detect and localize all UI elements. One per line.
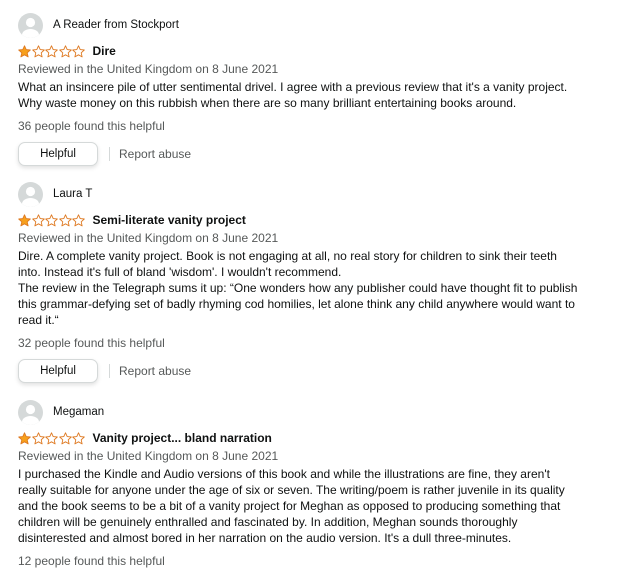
review-paragraph: What an insincere pile of utter sentimen…	[18, 80, 568, 110]
default-profile-icon	[18, 12, 43, 38]
reviewer-name: Megaman	[53, 406, 105, 418]
review-date: Reviewed in the United Kingdom on 8 June…	[18, 62, 279, 76]
reviewer-name: A Reader from Stockport	[53, 19, 179, 31]
reviewer-name: Laura T	[53, 188, 93, 200]
star-empty-icon	[72, 213, 85, 226]
review-body: I purchased the Kindle and Audio version…	[18, 466, 578, 546]
helpful-count: 12 people found this helpful	[18, 554, 165, 568]
star-empty-icon	[58, 213, 72, 226]
review-body: What an insincere pile of utter sentimen…	[18, 79, 578, 111]
star-empty-icon	[31, 213, 45, 226]
review-paragraph: The review in the Telegraph sums it up: …	[18, 281, 578, 327]
review: A Reader from Stockport Dire Reviewed in…	[18, 12, 618, 166]
star-empty-icon	[58, 44, 72, 57]
review: Laura T Semi-literate vanity project Rev…	[18, 181, 618, 383]
review-date: Reviewed in the United Kingdom on 8 June…	[18, 231, 279, 245]
default-profile-icon	[18, 399, 43, 425]
reviewer-profile[interactable]: A Reader from Stockport	[18, 12, 618, 38]
star-empty-icon	[72, 431, 85, 444]
star-empty-icon	[45, 431, 58, 444]
star-rating[interactable]	[18, 431, 86, 445]
star-empty-icon	[72, 44, 85, 57]
default-profile-icon	[18, 181, 43, 207]
review-actions: Helpful Report abuse	[18, 359, 618, 383]
star-empty-icon	[31, 44, 45, 57]
star-filled-icon	[18, 44, 31, 57]
review: Megaman Vanity project... bland narratio…	[18, 399, 618, 569]
helpful-count: 32 people found this helpful	[18, 336, 165, 350]
helpful-count: 36 people found this helpful	[18, 119, 165, 133]
review-title[interactable]: Vanity project... bland narration	[93, 431, 272, 445]
helpful-button[interactable]: Helpful	[18, 359, 98, 383]
reviewer-profile[interactable]: Laura T	[18, 181, 618, 207]
star-empty-icon	[45, 44, 58, 57]
review-body: Dire. A complete vanity project. Book is…	[18, 248, 578, 328]
star-filled-icon	[18, 213, 31, 226]
star-empty-icon	[31, 431, 45, 444]
star-rating[interactable]	[18, 213, 86, 227]
divider	[109, 147, 110, 161]
review-title[interactable]: Dire	[93, 44, 116, 58]
report-abuse-link[interactable]: Report abuse	[119, 147, 191, 161]
star-rating[interactable]	[18, 44, 86, 58]
review-paragraph: I purchased the Kindle and Audio version…	[18, 467, 565, 545]
review-paragraph: Dire. A complete vanity project. Book is…	[18, 249, 557, 279]
report-abuse-link[interactable]: Report abuse	[119, 364, 191, 378]
review-date: Reviewed in the United Kingdom on 8 June…	[18, 449, 279, 463]
star-empty-icon	[45, 213, 58, 226]
review-actions: Helpful Report abuse	[18, 142, 618, 166]
star-empty-icon	[58, 431, 72, 444]
star-filled-icon	[18, 431, 31, 444]
review-title[interactable]: Semi-literate vanity project	[93, 213, 246, 227]
helpful-button[interactable]: Helpful	[18, 142, 98, 166]
reviewer-profile[interactable]: Megaman	[18, 399, 618, 425]
divider	[109, 364, 110, 378]
